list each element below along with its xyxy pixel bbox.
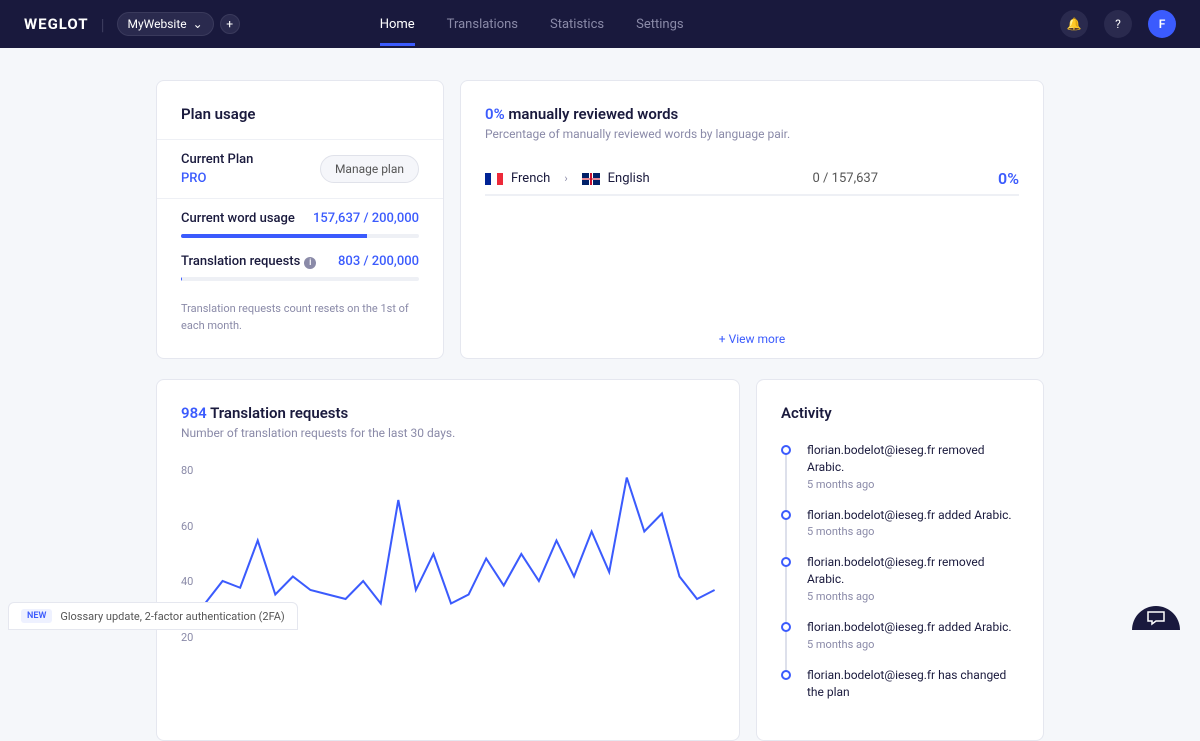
language-pair-row[interactable]: French › English 0 / 157,637 0%: [485, 169, 1019, 188]
reviewed-title: 0% manually reviewed words: [485, 105, 1019, 123]
activity-item: florian.bodelot@ieseg.fr added Arabic. 5 …: [781, 619, 1019, 667]
arrow-right-icon: ›: [564, 172, 567, 185]
activity-list: florian.bodelot@ieseg.fr removed Arabic.…: [781, 442, 1019, 716]
activity-time: 5 months ago: [807, 638, 1012, 651]
new-badge: NEW: [21, 609, 52, 623]
activity-text: florian.bodelot@ieseg.fr added Arabic.: [807, 619, 1012, 636]
help-icon[interactable]: ?: [1104, 10, 1132, 38]
activity-text: florian.bodelot@ieseg.fr added Arabic.: [807, 507, 1012, 524]
to-language: English: [608, 171, 650, 186]
current-plan-label: Current Plan: [181, 152, 253, 167]
chevron-down-icon: ⌄: [193, 17, 203, 31]
current-plan-value: PRO: [181, 171, 253, 186]
y-tick: 40: [181, 575, 193, 588]
reviewed-words-card: 0% manually reviewed words Percentage of…: [460, 80, 1044, 359]
reviewed-pct: 0%: [485, 105, 505, 123]
tab-home[interactable]: Home: [380, 3, 415, 46]
news-toast[interactable]: NEW Glossary update, 2-factor authentica…: [8, 602, 298, 630]
chart-subtitle: Number of translation requests for the l…: [181, 426, 715, 440]
translation-requests-chart-card: 984 Translation requests Number of trans…: [156, 379, 740, 741]
timeline-dot-icon: [781, 445, 791, 455]
word-usage-label: Current word usage: [181, 211, 295, 226]
flag-fr-icon: [485, 173, 503, 185]
activity-text: florian.bodelot@ieseg.fr removed Arabic.: [807, 554, 1019, 588]
logo-divider: |: [101, 15, 105, 34]
chart-title-rest: Translation requests: [210, 404, 348, 422]
site-name: MyWebsite: [128, 17, 187, 31]
requests-progress: [181, 277, 419, 281]
word-usage-value: 157,637 / 200,000: [313, 211, 419, 226]
tab-translations[interactable]: Translations: [447, 3, 518, 46]
nav-tabs: Home Translations Statistics Settings: [380, 3, 684, 46]
reviewed-underline: [485, 194, 1019, 196]
activity-text: florian.bodelot@ieseg.fr has changed the…: [807, 667, 1019, 701]
reviewed-stat: 0 / 157,637: [813, 171, 879, 186]
activity-time: 5 months ago: [807, 478, 1019, 491]
navbar: WEGLOT | MyWebsite ⌄ + Home Translations…: [0, 0, 1200, 48]
y-tick: 80: [181, 464, 193, 477]
activity-time: 5 months ago: [807, 525, 1012, 538]
site-selector[interactable]: MyWebsite ⌄: [117, 12, 214, 36]
y-tick: 20: [181, 631, 193, 644]
logo: WEGLOT: [24, 15, 89, 33]
content: Plan usage Current Plan PRO Manage plan …: [0, 48, 1200, 741]
y-tick: 60: [181, 520, 193, 533]
activity-text: florian.bodelot@ieseg.fr removed Arabic.: [807, 442, 1019, 476]
chart-number: 984: [181, 404, 207, 422]
from-language: French: [511, 171, 550, 186]
activity-item: florian.bodelot@ieseg.fr has changed the…: [781, 667, 1019, 717]
reviewed-stat-pct: 0%: [998, 169, 1019, 188]
timeline-dot-icon: [781, 557, 791, 567]
requests-label: Translation requests: [181, 254, 300, 269]
activity-item: florian.bodelot@ieseg.fr removed Arabic.…: [781, 442, 1019, 507]
activity-time: 5 months ago: [807, 590, 1019, 603]
reviewed-subtitle: Percentage of manually reviewed words by…: [485, 127, 1019, 141]
flag-en-icon: [582, 173, 600, 185]
plan-usage-card: Plan usage Current Plan PRO Manage plan …: [156, 80, 444, 359]
toast-text: Glossary update, 2-factor authentication…: [60, 610, 284, 623]
activity-card: Activity florian.bodelot@ieseg.fr remove…: [756, 379, 1044, 741]
view-more-link[interactable]: + View more: [461, 332, 1043, 346]
timeline-dot-icon: [781, 670, 791, 680]
avatar[interactable]: F: [1148, 10, 1176, 38]
activity-title: Activity: [781, 404, 1019, 422]
activity-item: florian.bodelot@ieseg.fr added Arabic.5 …: [781, 507, 1019, 555]
tab-statistics[interactable]: Statistics: [550, 3, 604, 46]
word-usage-progress: [181, 234, 419, 238]
plan-title: Plan usage: [157, 105, 443, 139]
chart-title: 984 Translation requests: [181, 404, 715, 422]
nav-right: 🔔 ? F: [1060, 10, 1176, 38]
notifications-icon[interactable]: 🔔: [1060, 10, 1088, 38]
tab-settings[interactable]: Settings: [636, 3, 683, 46]
timeline-dot-icon: [781, 622, 791, 632]
reviewed-title-rest: manually reviewed words: [508, 105, 678, 123]
manage-plan-button[interactable]: Manage plan: [320, 155, 419, 183]
timeline-dot-icon: [781, 510, 791, 520]
plan-note: Translation requests count resets on the…: [157, 293, 443, 334]
add-site-button[interactable]: +: [220, 14, 240, 34]
activity-item: florian.bodelot@ieseg.fr removed Arabic.…: [781, 554, 1019, 619]
requests-value: 803 / 200,000: [338, 254, 419, 269]
info-icon[interactable]: i: [304, 257, 316, 269]
